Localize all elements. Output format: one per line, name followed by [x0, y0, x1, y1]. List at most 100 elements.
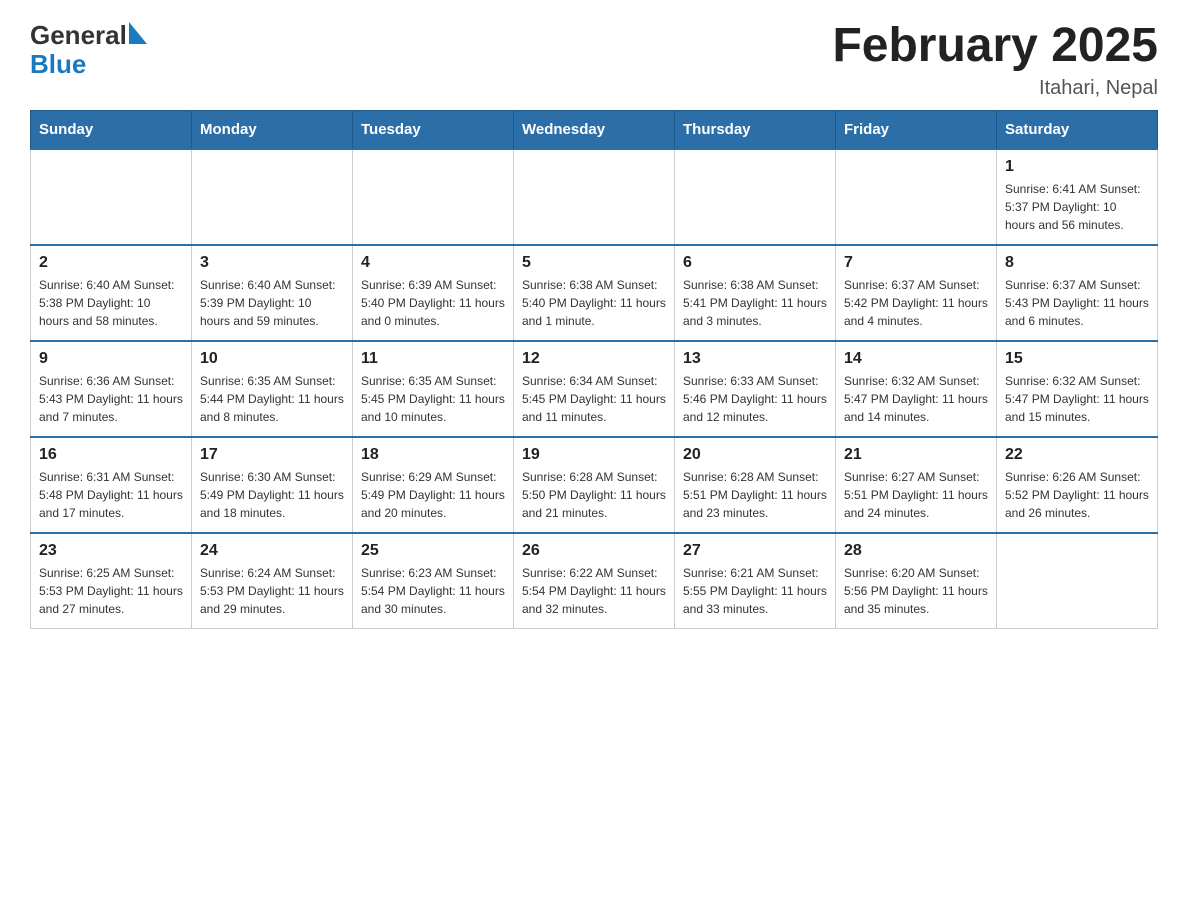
day-info: Sunrise: 6:35 AM Sunset: 5:44 PM Dayligh… — [200, 372, 344, 426]
day-info: Sunrise: 6:37 AM Sunset: 5:42 PM Dayligh… — [844, 276, 988, 330]
calendar-cell: 18 Sunrise: 6:29 AM Sunset: 5:49 PM Dayli… — [353, 437, 514, 533]
day-number: 9 — [39, 350, 183, 368]
calendar-cell: 9 Sunrise: 6:36 AM Sunset: 5:43 PM Daylig… — [31, 341, 192, 437]
calendar-cell — [997, 533, 1158, 629]
day-info: Sunrise: 6:25 AM Sunset: 5:53 PM Dayligh… — [39, 564, 183, 618]
day-number: 1 — [1005, 158, 1149, 176]
calendar-cell: 15 Sunrise: 6:32 AM Sunset: 5:47 PM Dayli… — [997, 341, 1158, 437]
calendar-cell: 17 Sunrise: 6:30 AM Sunset: 5:49 PM Dayli… — [192, 437, 353, 533]
day-number: 12 — [522, 350, 666, 368]
day-info: Sunrise: 6:40 AM Sunset: 5:38 PM Dayligh… — [39, 276, 183, 330]
day-info: Sunrise: 6:36 AM Sunset: 5:43 PM Dayligh… — [39, 372, 183, 426]
day-number: 28 — [844, 542, 988, 560]
day-info: Sunrise: 6:32 AM Sunset: 5:47 PM Dayligh… — [1005, 372, 1149, 426]
calendar-cell: 2 Sunrise: 6:40 AM Sunset: 5:38 PM Daylig… — [31, 245, 192, 341]
calendar-cell: 21 Sunrise: 6:27 AM Sunset: 5:51 PM Dayli… — [836, 437, 997, 533]
day-info: Sunrise: 6:23 AM Sunset: 5:54 PM Dayligh… — [361, 564, 505, 618]
day-info: Sunrise: 6:30 AM Sunset: 5:49 PM Dayligh… — [200, 468, 344, 522]
day-number: 20 — [683, 446, 827, 464]
day-number: 26 — [522, 542, 666, 560]
title-block: February 2025 Itahari, Nepal — [832, 20, 1158, 100]
day-number: 5 — [522, 254, 666, 272]
day-number: 8 — [1005, 254, 1149, 272]
calendar-week-row: 9 Sunrise: 6:36 AM Sunset: 5:43 PM Daylig… — [31, 341, 1158, 437]
day-number: 24 — [200, 542, 344, 560]
day-info: Sunrise: 6:21 AM Sunset: 5:55 PM Dayligh… — [683, 564, 827, 618]
logo-triangle-icon — [129, 22, 147, 44]
calendar-cell: 11 Sunrise: 6:35 AM Sunset: 5:45 PM Dayli… — [353, 341, 514, 437]
day-info: Sunrise: 6:33 AM Sunset: 5:46 PM Dayligh… — [683, 372, 827, 426]
calendar-cell: 28 Sunrise: 6:20 AM Sunset: 5:56 PM Dayli… — [836, 533, 997, 629]
day-number: 11 — [361, 350, 505, 368]
day-info: Sunrise: 6:38 AM Sunset: 5:40 PM Dayligh… — [522, 276, 666, 330]
day-of-week-header: Friday — [836, 110, 997, 149]
calendar-cell: 12 Sunrise: 6:34 AM Sunset: 5:45 PM Dayli… — [514, 341, 675, 437]
day-number: 13 — [683, 350, 827, 368]
calendar-cell: 7 Sunrise: 6:37 AM Sunset: 5:42 PM Daylig… — [836, 245, 997, 341]
logo-text-general: General — [30, 20, 127, 51]
day-number: 21 — [844, 446, 988, 464]
page-header: General Blue February 2025 Itahari, Nepa… — [30, 20, 1158, 100]
day-number: 4 — [361, 254, 505, 272]
calendar-cell: 1 Sunrise: 6:41 AM Sunset: 5:37 PM Daylig… — [997, 149, 1158, 245]
calendar-cell: 10 Sunrise: 6:35 AM Sunset: 5:44 PM Dayli… — [192, 341, 353, 437]
day-number: 15 — [1005, 350, 1149, 368]
day-info: Sunrise: 6:41 AM Sunset: 5:37 PM Dayligh… — [1005, 180, 1149, 234]
calendar-cell — [31, 149, 192, 245]
calendar-cell: 8Sunrise: 6:37 AM Sunset: 5:43 PM Daylig… — [997, 245, 1158, 341]
calendar-week-row: 23 Sunrise: 6:25 AM Sunset: 5:53 PM Dayli… — [31, 533, 1158, 629]
calendar-cell — [514, 149, 675, 245]
calendar-cell: 6 Sunrise: 6:38 AM Sunset: 5:41 PM Daylig… — [675, 245, 836, 341]
calendar-cell: 14 Sunrise: 6:32 AM Sunset: 5:47 PM Dayli… — [836, 341, 997, 437]
calendar-cell — [675, 149, 836, 245]
calendar-title: February 2025 — [832, 20, 1158, 73]
day-info: Sunrise: 6:28 AM Sunset: 5:50 PM Dayligh… — [522, 468, 666, 522]
day-info: Sunrise: 6:31 AM Sunset: 5:48 PM Dayligh… — [39, 468, 183, 522]
day-info: Sunrise: 6:34 AM Sunset: 5:45 PM Dayligh… — [522, 372, 666, 426]
logo: General Blue — [30, 20, 147, 80]
day-of-week-header: Monday — [192, 110, 353, 149]
day-number: 23 — [39, 542, 183, 560]
day-info: Sunrise: 6:28 AM Sunset: 5:51 PM Dayligh… — [683, 468, 827, 522]
day-number: 16 — [39, 446, 183, 464]
calendar-cell: 26Sunrise: 6:22 AM Sunset: 5:54 PM Dayli… — [514, 533, 675, 629]
day-number: 3 — [200, 254, 344, 272]
day-number: 17 — [200, 446, 344, 464]
day-number: 19 — [522, 446, 666, 464]
calendar-cell: 4Sunrise: 6:39 AM Sunset: 5:40 PM Daylig… — [353, 245, 514, 341]
calendar-cell: 23 Sunrise: 6:25 AM Sunset: 5:53 PM Dayli… — [31, 533, 192, 629]
day-of-week-header: Tuesday — [353, 110, 514, 149]
day-info: Sunrise: 6:27 AM Sunset: 5:51 PM Dayligh… — [844, 468, 988, 522]
day-info: Sunrise: 6:20 AM Sunset: 5:56 PM Dayligh… — [844, 564, 988, 618]
calendar-week-row: 16 Sunrise: 6:31 AM Sunset: 5:48 PM Dayli… — [31, 437, 1158, 533]
day-info: Sunrise: 6:35 AM Sunset: 5:45 PM Dayligh… — [361, 372, 505, 426]
calendar-cell: 27 Sunrise: 6:21 AM Sunset: 5:55 PM Dayli… — [675, 533, 836, 629]
calendar-cell: 25 Sunrise: 6:23 AM Sunset: 5:54 PM Dayli… — [353, 533, 514, 629]
day-number: 14 — [844, 350, 988, 368]
day-of-week-header: Thursday — [675, 110, 836, 149]
calendar-cell — [836, 149, 997, 245]
day-number: 18 — [361, 446, 505, 464]
day-info: Sunrise: 6:40 AM Sunset: 5:39 PM Dayligh… — [200, 276, 344, 330]
calendar-cell — [192, 149, 353, 245]
day-of-week-header: Saturday — [997, 110, 1158, 149]
day-number: 27 — [683, 542, 827, 560]
day-info: Sunrise: 6:24 AM Sunset: 5:53 PM Dayligh… — [200, 564, 344, 618]
calendar-subtitle: Itahari, Nepal — [832, 77, 1158, 100]
logo-text-blue: Blue — [30, 49, 86, 80]
day-number: 2 — [39, 254, 183, 272]
day-number: 25 — [361, 542, 505, 560]
calendar-cell: 24 Sunrise: 6:24 AM Sunset: 5:53 PM Dayli… — [192, 533, 353, 629]
day-info: Sunrise: 6:29 AM Sunset: 5:49 PM Dayligh… — [361, 468, 505, 522]
day-number: 6 — [683, 254, 827, 272]
day-number: 7 — [844, 254, 988, 272]
calendar-week-row: 2 Sunrise: 6:40 AM Sunset: 5:38 PM Daylig… — [31, 245, 1158, 341]
calendar-week-row: 1 Sunrise: 6:41 AM Sunset: 5:37 PM Daylig… — [31, 149, 1158, 245]
day-info: Sunrise: 6:32 AM Sunset: 5:47 PM Dayligh… — [844, 372, 988, 426]
day-of-week-header: Wednesday — [514, 110, 675, 149]
calendar-cell — [353, 149, 514, 245]
day-number: 10 — [200, 350, 344, 368]
calendar-header-row: SundayMondayTuesdayWednesdayThursdayFrid… — [31, 110, 1158, 149]
calendar-cell: 13 Sunrise: 6:33 AM Sunset: 5:46 PM Dayli… — [675, 341, 836, 437]
day-info: Sunrise: 6:38 AM Sunset: 5:41 PM Dayligh… — [683, 276, 827, 330]
